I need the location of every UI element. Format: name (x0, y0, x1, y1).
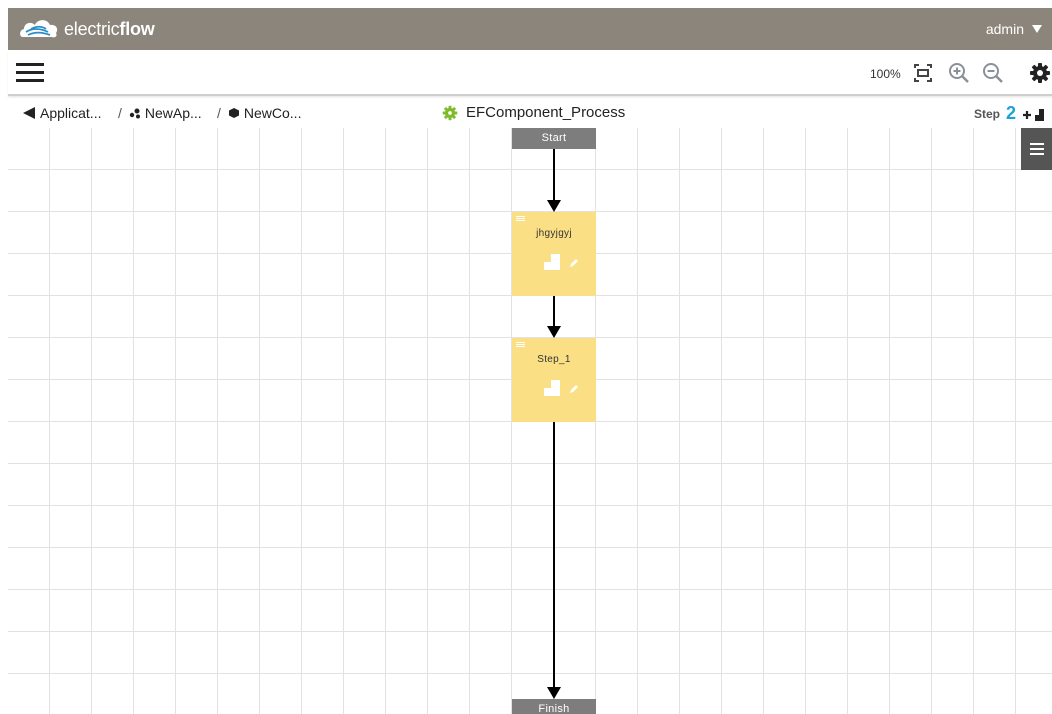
component-icon (228, 108, 239, 118)
breadcrumb-label: NewCo... (243, 105, 302, 121)
step-name: jhgyjgyj (536, 228, 572, 239)
breadcrumb-item-newcomponent[interactable]: / NewCo... (217, 105, 301, 121)
fit-to-screen-icon[interactable] (912, 62, 934, 84)
add-step-button[interactable] (1022, 106, 1046, 122)
hamburger-menu-icon[interactable] (16, 63, 44, 83)
breadcrumb-separator: / (217, 105, 221, 121)
user-menu[interactable]: admin (986, 21, 1042, 37)
application-icon (129, 108, 140, 119)
zoom-out-icon[interactable] (982, 62, 1004, 84)
process-step-node[interactable]: Step_1 (512, 338, 596, 422)
process-title-label: EFComponent_Process (466, 104, 626, 121)
cloud-logo-icon[interactable] (18, 17, 60, 41)
breadcrumb-item-newapplication[interactable]: / NewAp... (118, 105, 202, 121)
side-panel-toggle[interactable] (1021, 128, 1052, 170)
gear-icon[interactable] (1029, 62, 1051, 84)
app-window: electricflow admin 100% Applicat... / Ne… (0, 0, 1052, 714)
brand-name-light: electric (64, 19, 120, 39)
step-label: Step (973, 106, 1000, 121)
breadcrumb: Applicat... / NewAp... / NewCo... EFComp… (8, 98, 1052, 128)
step-name: Step_1 (537, 354, 571, 365)
process-title: EFComponent_Process (442, 104, 625, 121)
caret-down-icon (1032, 25, 1042, 33)
breadcrumb-label: Applicat... (40, 105, 102, 121)
process-gear-icon (442, 105, 458, 120)
zoom-in-icon[interactable] (948, 62, 970, 84)
zoom-level: 100% (870, 67, 901, 81)
start-node[interactable]: Start (512, 128, 596, 149)
step-count: 2 (1005, 103, 1016, 123)
breadcrumb-item-application[interactable]: Applicat... (22, 105, 101, 121)
breadcrumb-separator: / (118, 105, 122, 121)
canvas-toolbar: 100% (8, 50, 1052, 96)
add-step-icon (1023, 108, 1044, 121)
drag-handle-icon[interactable] (516, 342, 525, 348)
process-step-node[interactable]: jhgyjgyj (512, 212, 596, 296)
top-header-bar: electricflow admin (8, 8, 1052, 50)
brand-name-bold: flow (119, 19, 155, 39)
edit-pencil-icon[interactable] (569, 384, 579, 394)
step-icon (544, 254, 560, 270)
step-icon (544, 380, 560, 396)
drag-handle-icon[interactable] (516, 216, 525, 222)
finish-node[interactable]: Finish (512, 699, 596, 714)
brand-name: electricflow (64, 19, 155, 40)
breadcrumb-label: NewAp... (144, 105, 202, 121)
user-name: admin (985, 21, 1024, 37)
step-counter: Step 2 (974, 103, 1046, 124)
back-arrow-icon[interactable] (22, 106, 36, 120)
edit-pencil-icon[interactable] (569, 258, 579, 268)
